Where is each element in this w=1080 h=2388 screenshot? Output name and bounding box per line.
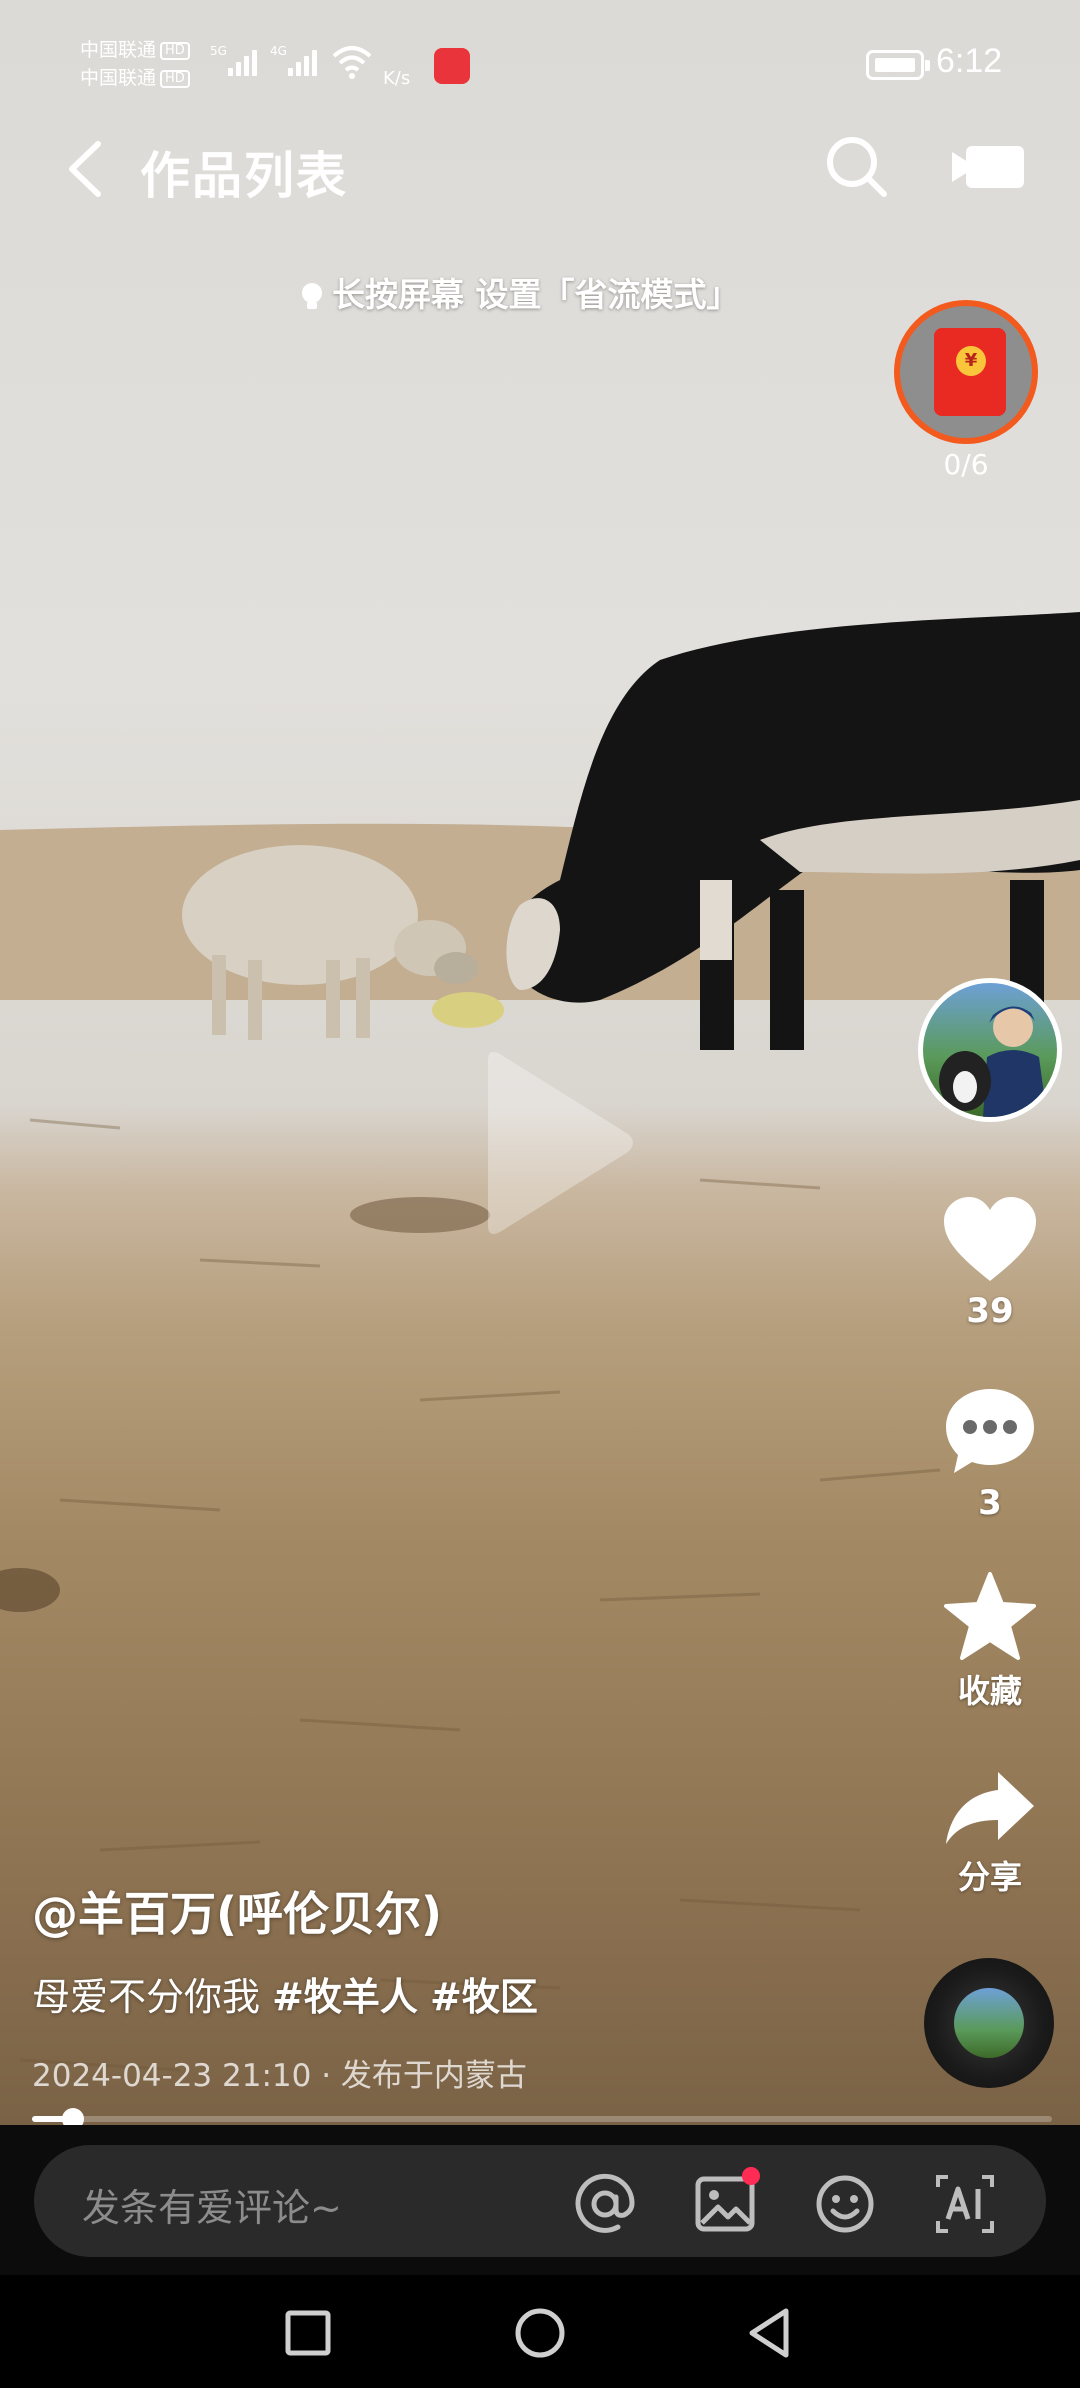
chevron-left-icon (69, 141, 101, 197)
network-4g-label: 4G (270, 44, 287, 58)
share-button[interactable]: 分享 (920, 1768, 1060, 1898)
share-label: 分享 (957, 1858, 1022, 1896)
clock: 6:12 (936, 42, 1003, 80)
mention-button[interactable] (574, 2173, 636, 2235)
signal-icon (228, 46, 257, 76)
triangle-back-icon[interactable] (740, 2303, 800, 2363)
circle-icon[interactable] (510, 2303, 570, 2363)
favorite-label: 收藏 (957, 1672, 1022, 1710)
ai-text-button[interactable] (934, 2173, 996, 2235)
caption-text: 母爱不分你我 (32, 1975, 273, 2019)
data-saver-hint: 长按屏幕 设置「省流模式」 (300, 268, 740, 316)
comment-input[interactable]: 发条有爱评论~ (34, 2145, 1046, 2257)
favorite-button[interactable]: 收藏 (920, 1570, 1060, 1712)
status-bar: 中国联通 HD 中国联通 HD 5G 4G K/s 6:12 (0, 30, 1080, 100)
hashtag[interactable]: #牧羊人 (272, 1975, 418, 2019)
hint-text: 长按屏幕 设置「省流模式」 (332, 275, 740, 314)
new-badge-dot (742, 2167, 760, 2185)
emoji-icon (816, 2175, 874, 2233)
video-progress-bar[interactable] (32, 2108, 1052, 2130)
network-speed: K/s (383, 68, 411, 89)
square-icon[interactable] (278, 2303, 338, 2363)
like-count: 39 (966, 1291, 1014, 1331)
search-button[interactable] (822, 132, 892, 202)
hd-badge-2: HD (160, 69, 190, 88)
avatar-image (939, 1006, 1047, 1117)
signal-icon-2 (288, 46, 317, 76)
music-cover-icon (954, 1988, 1024, 2058)
battery-icon (866, 50, 930, 80)
author-name[interactable]: @羊百万(呼伦贝尔) (32, 1878, 442, 1944)
image-button[interactable] (694, 2167, 760, 2235)
video-camera-icon (952, 146, 1024, 188)
red-envelope-count: 0/6 (943, 448, 989, 481)
system-nav-bar (0, 2275, 1080, 2388)
comment-count: 3 (978, 1483, 1002, 1523)
wifi-icon (332, 46, 372, 79)
like-button[interactable]: 39 (920, 1195, 1060, 1331)
page-title: 作品列表 (140, 147, 348, 205)
carrier-1: 中国联通 (80, 39, 157, 61)
post-caption: 母爱不分你我 #牧羊人 #牧区 (32, 1966, 538, 2021)
comment-button[interactable]: 3 (920, 1385, 1060, 1523)
emoji-button[interactable] (814, 2173, 876, 2235)
hd-badge-1: HD (160, 41, 190, 60)
author-avatar[interactable] (918, 978, 1062, 1122)
post-location: · 发布于内蒙古 (321, 2058, 527, 2094)
play-icon[interactable] (478, 1048, 638, 1238)
lightbulb-icon (302, 282, 322, 309)
carrier-info: 中国联通 HD 中国联通 HD (80, 36, 190, 92)
at-icon (575, 2173, 635, 2233)
heart-icon (944, 1197, 1036, 1281)
camera-button[interactable] (950, 138, 1026, 198)
coin-icon: ¥ (956, 346, 986, 376)
comment-bubble-icon (946, 1389, 1034, 1473)
top-nav: 作品列表 (0, 120, 1080, 220)
carrier-2: 中国联通 (80, 67, 157, 89)
ai-text-icon (936, 2175, 994, 2233)
music-disc[interactable] (924, 1958, 1054, 2088)
comment-bar: 发条有爱评论~ (0, 2125, 1080, 2275)
post-date: 2024-04-23 21:10 (32, 2058, 312, 2094)
comment-placeholder: 发条有爱评论~ (82, 2186, 342, 2230)
share-arrow-icon (946, 1772, 1034, 1844)
huawei-app-icon (434, 48, 470, 84)
red-envelope-widget[interactable]: ¥ (894, 300, 1038, 444)
hashtag[interactable]: #牧区 (430, 1975, 538, 2019)
post-meta: 2024-04-23 21:10 · 发布于内蒙古 (32, 2050, 527, 2095)
star-icon (944, 1572, 1036, 1660)
network-5g-label: 5G (210, 44, 227, 58)
search-icon (827, 137, 887, 197)
back-button[interactable] (58, 134, 118, 204)
